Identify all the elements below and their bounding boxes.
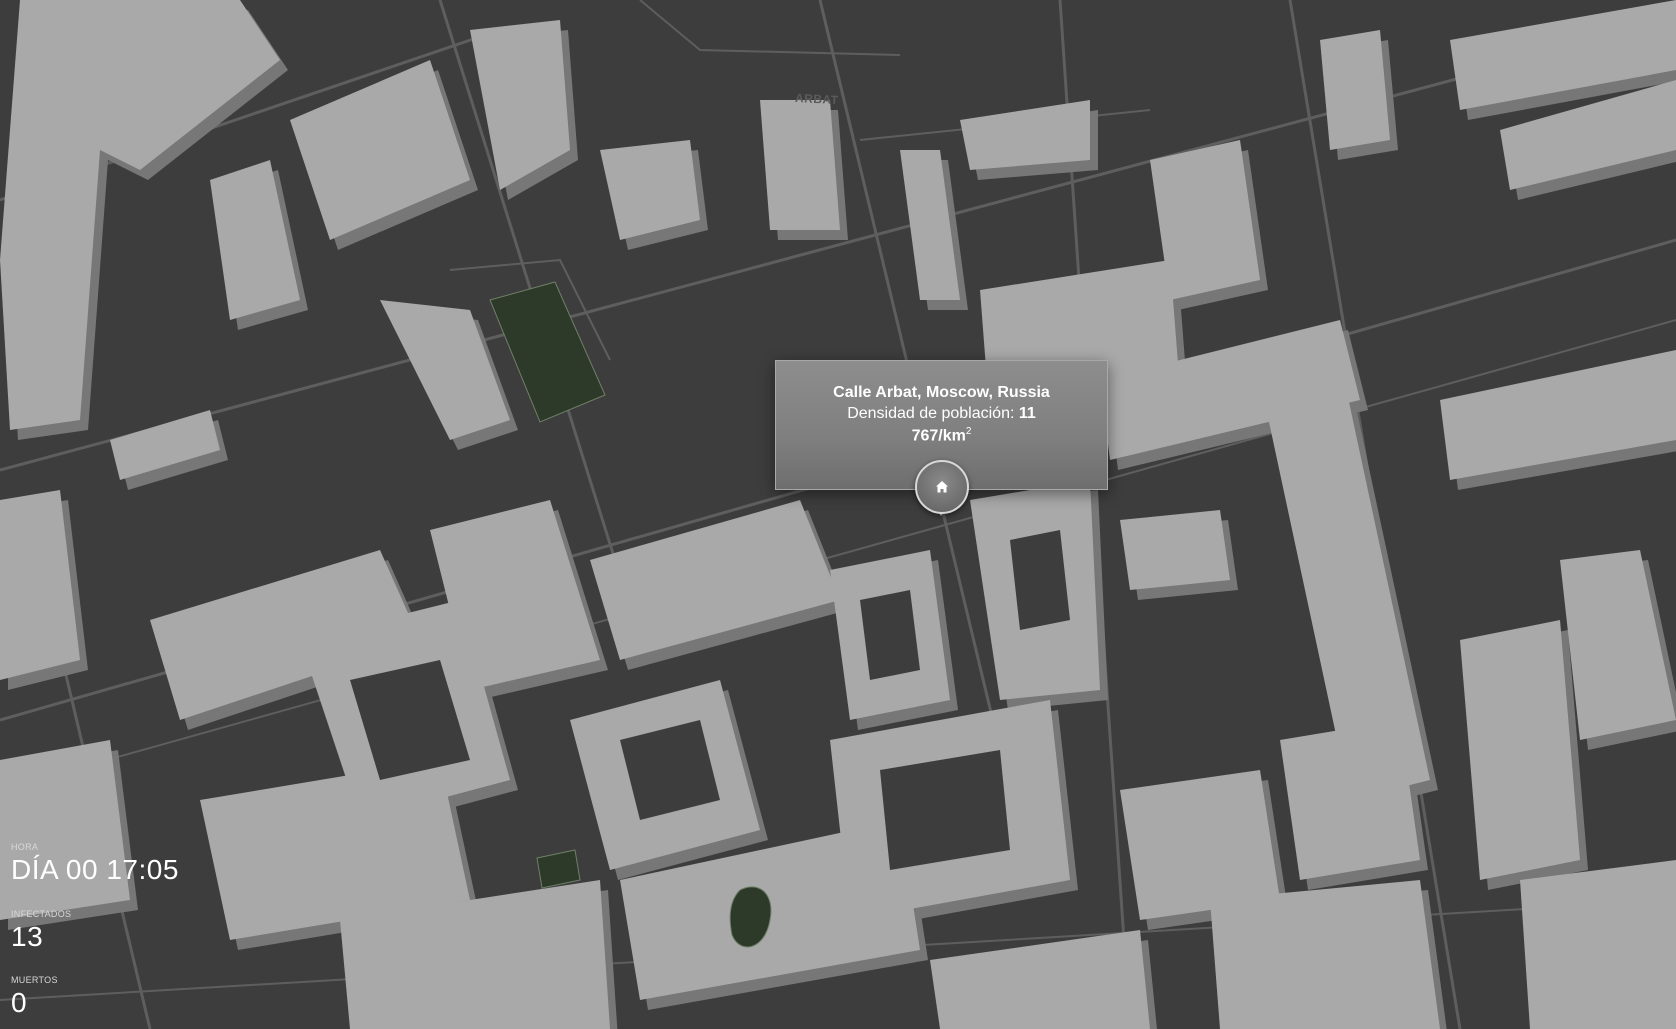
infected-value: 13 <box>11 921 44 952</box>
time-value: DÍA 00 17:05 <box>11 854 179 885</box>
popup-density: Densidad de población: 11 <box>776 405 1107 423</box>
street-label-arbat: ARBAT <box>794 90 839 108</box>
popup-title: Calle Arbat, Moscow, Russia <box>833 384 1050 401</box>
hud-dead: MUERTOS 0 <box>11 975 58 1017</box>
density-label: Densidad de población: <box>847 405 1015 422</box>
hud-time: HORA DÍA 00 17:05 <box>11 842 179 884</box>
density-superscript: 2 <box>965 426 972 437</box>
density-value-part2: 767/km <box>911 427 966 445</box>
density-value-part1: 11 <box>1018 405 1036 422</box>
dead-caption: MUERTOS <box>11 975 58 985</box>
popup-density-cont: 767/km2 <box>776 426 1107 445</box>
dead-value: 0 <box>11 987 28 1018</box>
infected-caption: INFECTADOS <box>11 909 72 919</box>
home-icon <box>936 481 948 493</box>
hud-infected: INFECTADOS 13 <box>11 909 71 951</box>
city-map[interactable] <box>0 0 1676 1029</box>
location-pin-button[interactable] <box>915 460 969 514</box>
time-caption: HORA <box>11 842 39 852</box>
